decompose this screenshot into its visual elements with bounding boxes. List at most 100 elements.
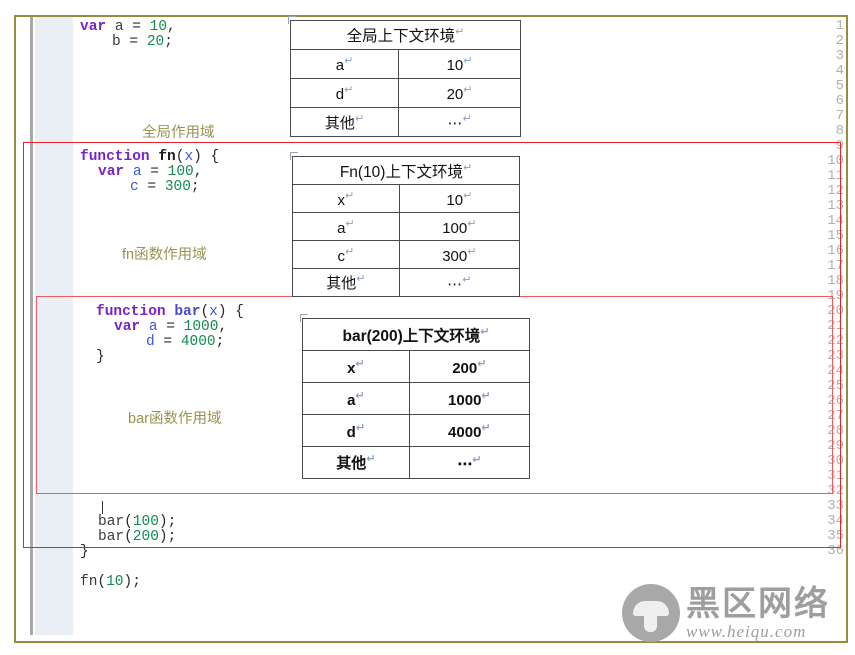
table-row: d↵ 20↵ <box>289 78 521 108</box>
pilcrow-mark: ↵ <box>472 453 482 466</box>
table-header-cell: 全局上下文环境↵ <box>290 20 521 50</box>
mushroom-stem-shape <box>644 612 657 632</box>
pilcrow-mark: ↵ <box>355 389 365 402</box>
line-number: 1 <box>835 18 844 34</box>
table-value-cell: 1000↵ <box>408 382 531 415</box>
table-key-text: a <box>335 57 345 74</box>
table-key-text: 其他 <box>326 275 357 292</box>
pilcrow-mark: ↵ <box>480 325 490 338</box>
keyword-var: var <box>80 19 107 35</box>
table-value-text: 200 <box>452 359 478 377</box>
code-line-2[interactable]: b = 20; <box>112 35 173 50</box>
operator-assign: = <box>129 34 139 50</box>
table-row: Fn(10)上下文环境↵ <box>292 156 520 185</box>
table-key-text: x <box>337 191 345 209</box>
line-number: 3 <box>835 48 844 64</box>
line-number: 6 <box>835 93 844 109</box>
pilcrow-mark: ↵ <box>463 84 473 96</box>
table-row: 全局上下文环境↵ <box>290 20 521 50</box>
identifier-b: b <box>112 34 121 50</box>
pilcrow-mark: ↵ <box>463 189 473 202</box>
table-key-cell: d↵ <box>302 414 410 447</box>
table-row: a↵ 1000↵ <box>302 382 531 415</box>
table-value-text: 1000 <box>448 391 482 409</box>
table-row: a↵ 100↵ <box>292 212 521 241</box>
table-key-text: d <box>335 86 345 103</box>
punct-semicolon: ; <box>164 34 173 50</box>
line-number: 8 <box>835 123 844 139</box>
table-key-cell: a↵ <box>289 49 400 79</box>
punct-lparen: ( <box>97 574 107 590</box>
table-value-text: ⋯ <box>447 275 463 293</box>
pilcrow-mark: ↵ <box>477 357 487 370</box>
code-line-36[interactable]: fn(10); <box>80 575 141 590</box>
code-line-1[interactable]: var a = 10, <box>80 20 176 35</box>
context-table-fn: Fn(10)上下文环境↵ x↵ 10↵ a↵ 100↵ c↵ 300↵ 其他↵ … <box>292 156 521 297</box>
watermark-brand: 黑区网络 <box>686 583 830 624</box>
identifier-a: a <box>114 19 124 35</box>
pilcrow-mark: ↵ <box>467 245 477 258</box>
table-value-text: 20 <box>446 86 464 103</box>
table-key-cell: x↵ <box>292 184 400 213</box>
pilcrow-mark: ↵ <box>467 217 477 230</box>
line-number: 7 <box>835 108 844 124</box>
table-key-text: c <box>337 247 345 265</box>
pilcrow-mark: ↵ <box>366 453 376 465</box>
table-value-text: ⋯ <box>457 455 473 473</box>
table-row: c↵ 300↵ <box>292 240 521 269</box>
context-table-global: 全局上下文环境↵ a↵ 10↵ d↵ 20↵ 其他↵ ⋯↵ <box>289 20 521 137</box>
line-number: 4 <box>835 63 844 79</box>
punct-comma: , <box>167 19 176 35</box>
literal-10: 10 <box>106 574 124 590</box>
table-key-cell: 其他↵ <box>302 446 410 479</box>
table-value-text: 10 <box>446 57 464 74</box>
watermark-url: www.heiqu.com <box>686 621 807 641</box>
pilcrow-mark: ↵ <box>481 421 491 434</box>
table-row: x↵ 10↵ <box>292 184 521 213</box>
table-value-cell: 100↵ <box>398 212 521 241</box>
table-key-cell: a↵ <box>302 382 410 415</box>
table-value-cell: 10↵ <box>398 49 521 79</box>
line-number: 2 <box>835 33 844 49</box>
line-number: 5 <box>835 78 844 94</box>
pilcrow-mark: ↵ <box>356 273 366 285</box>
pilcrow-mark: ↵ <box>355 421 366 434</box>
scope-label-global: 全局作用域 <box>142 125 215 141</box>
punct-semicolon: ; <box>132 574 141 590</box>
table-header-text: 全局上下文环境 <box>346 28 456 45</box>
pilcrow-mark: ↵ <box>462 273 472 286</box>
table-key-text: 其他 <box>324 114 355 132</box>
table-key-text: 其他 <box>336 455 367 472</box>
pilcrow-mark: ↵ <box>354 112 365 125</box>
pilcrow-mark: ↵ <box>344 189 355 202</box>
table-key-cell: 其他↵ <box>289 107 400 137</box>
table-value-text: ⋯ <box>447 115 463 132</box>
table-value-cell: 4000↵ <box>408 414 531 447</box>
table-value-cell: 300↵ <box>398 240 521 269</box>
pilcrow-mark: ↵ <box>481 389 491 402</box>
table-header-cell: Fn(10)上下文环境↵ <box>292 156 520 185</box>
table-row: bar(200)上下文环境↵ <box>302 318 530 351</box>
pilcrow-mark: ↵ <box>462 161 473 174</box>
pilcrow-mark: ↵ <box>344 55 354 67</box>
table-row: 其他↵ ⋯↵ <box>292 268 521 297</box>
table-key-cell: c↵ <box>292 240 400 269</box>
pilcrow-mark: ↵ <box>345 217 355 230</box>
table-header-cell: bar(200)上下文环境↵ <box>302 318 530 351</box>
pilcrow-mark: ↵ <box>462 113 472 125</box>
pilcrow-mark: ↵ <box>344 84 354 96</box>
table-value-text: 300 <box>442 247 468 265</box>
operator-assign: = <box>132 19 141 35</box>
pilcrow-mark: ↵ <box>344 245 355 258</box>
table-value-cell: 20↵ <box>398 78 521 108</box>
table-header-text: bar(200)上下文环境 <box>342 327 481 345</box>
table-header-text: Fn(10)上下文环境 <box>339 163 463 181</box>
table-row: 其他↵ ⋯↵ <box>302 446 531 479</box>
table-value-cell: ⋯↵ <box>408 446 531 479</box>
mushroom-icon <box>622 584 680 642</box>
table-key-cell: d↵ <box>289 78 400 108</box>
context-table-bar: bar(200)上下文环境↵ x↵ 200↵ a↵ 1000↵ d↵ 4000↵… <box>302 318 531 479</box>
watermark-text-block: 黑区网络 www.heiqu.com <box>686 586 830 641</box>
pilcrow-mark: ↵ <box>455 25 465 38</box>
pilcrow-mark: ↵ <box>355 357 365 370</box>
